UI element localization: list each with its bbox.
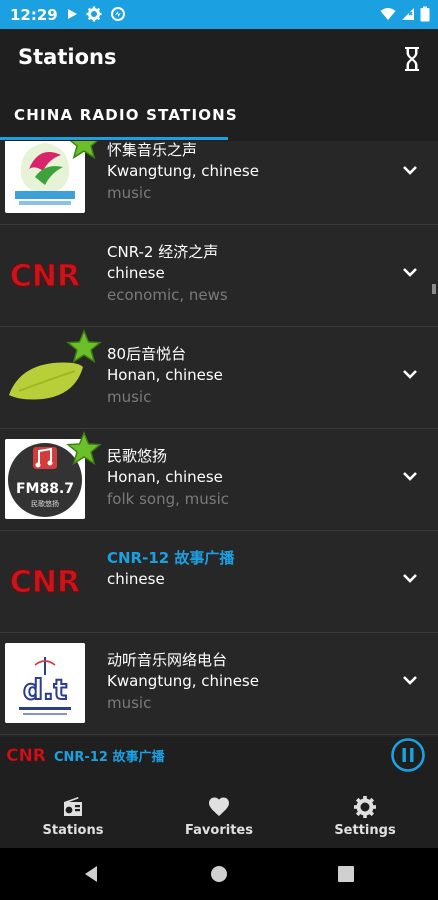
fm887-logo-text: FM88.7: [16, 481, 74, 497]
nav-item-favorites[interactable]: Favorites: [146, 785, 292, 848]
station-location: Kwangtung, chinese: [107, 162, 259, 180]
gear-status-icon: [86, 6, 102, 22]
gear-icon: [354, 796, 376, 818]
now-playing-bar[interactable]: CNR CNR-12 故事广播: [0, 737, 438, 785]
chevron-down-icon[interactable]: [402, 675, 418, 687]
station-tags: economic, news: [107, 286, 228, 304]
station-tags: music: [107, 184, 152, 202]
battery-icon: [420, 6, 430, 22]
nav-label-favorites: Favorites: [185, 823, 253, 838]
nav-item-settings[interactable]: Settings: [292, 785, 438, 848]
station-row[interactable]: d.t 动听音乐网络电台 Kwangtung, chinese music: [0, 633, 438, 735]
pause-icon[interactable]: [390, 737, 426, 773]
now-playing-logo: CNR: [6, 746, 46, 765]
station-row[interactable]: FM88.7 民歌悠扬 民歌悠扬 Honan, chinese folk son…: [0, 429, 438, 531]
signal-icon: [402, 8, 414, 20]
favorite-star-icon[interactable]: [66, 431, 102, 467]
fm887-logo-subtext: 民歌悠扬: [31, 499, 59, 508]
system-navigation-bar: [0, 848, 438, 900]
station-name: 民歌悠扬: [107, 447, 168, 465]
chevron-down-icon[interactable]: [402, 573, 418, 585]
chevron-down-icon[interactable]: [402, 267, 418, 279]
hourglass-icon[interactable]: [400, 45, 424, 73]
chevron-down-icon[interactable]: [402, 165, 418, 177]
station-list[interactable]: 怀集音乐之声 Kwangtung, chinese music CNR CNR-…: [0, 141, 438, 737]
nav-label-settings: Settings: [334, 823, 396, 838]
data-saver-icon: [111, 7, 125, 21]
tab-china-radio-stations[interactable]: CHINA RADIO STATIONS: [14, 106, 238, 124]
station-location: Honan, chinese: [107, 366, 223, 384]
status-time: 12:29: [10, 6, 58, 24]
station-name: CNR-12 故事广播: [107, 549, 235, 567]
station-location: chinese: [107, 264, 165, 282]
nav-label-stations: Stations: [42, 823, 104, 838]
home-icon[interactable]: [209, 864, 229, 884]
chevron-down-icon[interactable]: [402, 369, 418, 381]
status-bar: 12:29: [0, 0, 438, 29]
radio-icon: [64, 797, 82, 816]
station-name: 80后音悦台: [107, 345, 187, 363]
page-title: Stations: [18, 45, 117, 69]
cnr-logo: CNR: [5, 235, 85, 315]
play-status-icon: [68, 9, 77, 19]
station-list-content: 怀集音乐之声 Kwangtung, chinese music CNR CNR-…: [0, 141, 438, 735]
cnr-logo: CNR: [5, 541, 85, 621]
wifi-icon: [380, 8, 396, 20]
station-row[interactable]: CNR CNR-2 经济之声 chinese economic, news: [0, 225, 438, 327]
station-name: CNR-2 经济之声: [107, 243, 219, 261]
back-icon[interactable]: [82, 864, 102, 884]
station-name: 动听音乐网络电台: [107, 651, 228, 669]
bottom-navigation: Stations Favorites Settings: [0, 785, 438, 848]
tab-indicator: [0, 137, 228, 140]
app-bar: Stations CHINA RADIO STATIONS: [0, 29, 438, 141]
now-playing-title: CNR-12 故事广播: [54, 750, 165, 765]
favorite-star-icon[interactable]: [66, 141, 102, 161]
scrollbar-thumb[interactable]: [432, 284, 436, 294]
heart-icon: [209, 797, 229, 816]
station-row[interactable]: 80后音悦台 Honan, chinese music: [0, 327, 438, 429]
station-location: Honan, chinese: [107, 468, 223, 486]
station-name: 怀集音乐之声: [107, 141, 198, 159]
recents-icon[interactable]: [336, 864, 356, 884]
now-playing-logo-text: CNR: [6, 746, 46, 765]
station-location: Kwangtung, chinese: [107, 672, 259, 690]
station-tags: folk song, music: [107, 490, 229, 508]
station-tags: music: [107, 388, 152, 406]
station-location: chinese: [107, 570, 165, 588]
station-tags: music: [107, 694, 152, 712]
station-row-active[interactable]: CNR CNR-12 故事广播 chinese: [0, 531, 438, 633]
station-row[interactable]: 怀集音乐之声 Kwangtung, chinese music: [0, 141, 438, 225]
cnr-logo-text: CNR: [10, 565, 80, 600]
cnr-logo-text: CNR: [10, 259, 80, 294]
favorite-star-icon[interactable]: [66, 329, 102, 365]
nav-item-stations[interactable]: Stations: [0, 785, 146, 848]
chevron-down-icon[interactable]: [402, 471, 418, 483]
dt-logo: d.t: [5, 643, 85, 723]
dt-logo-text: d.t: [23, 673, 67, 706]
